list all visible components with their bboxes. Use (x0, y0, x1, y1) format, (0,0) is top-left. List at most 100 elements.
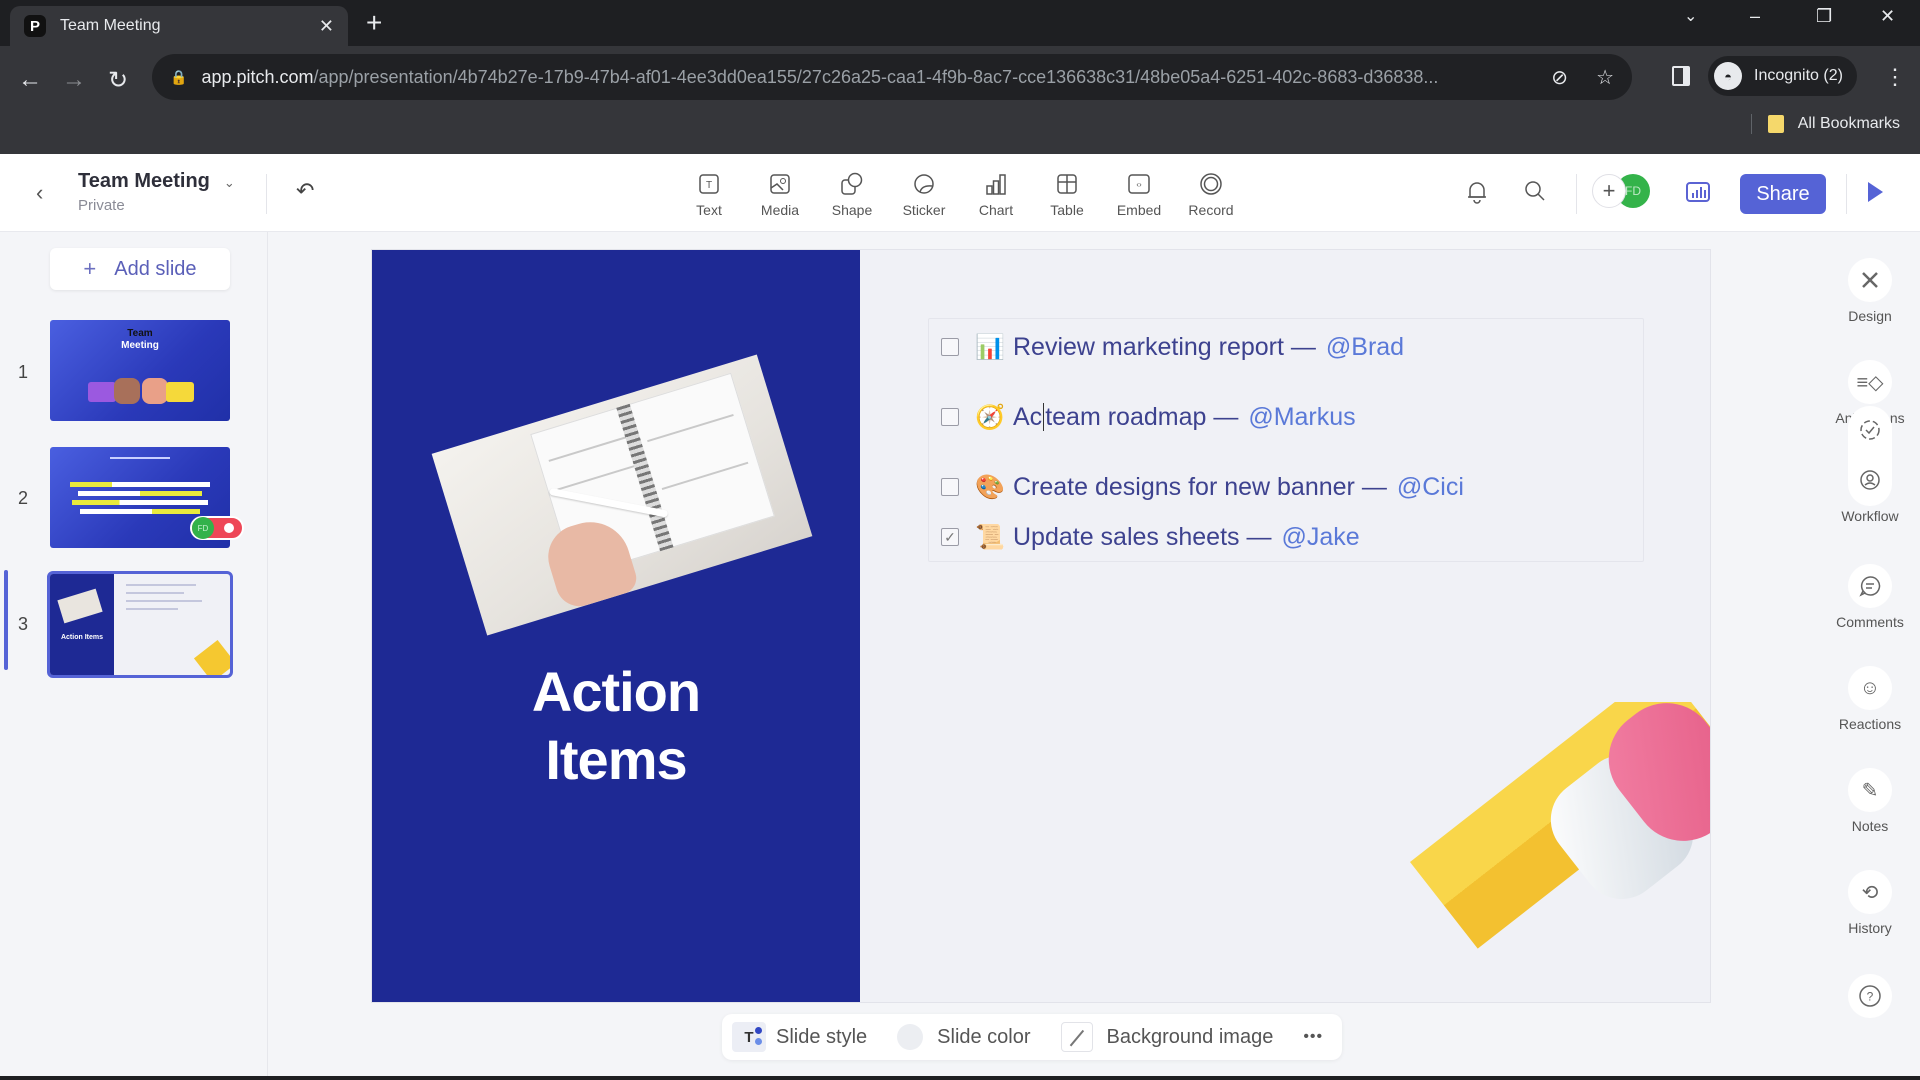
checkbox[interactable] (941, 478, 959, 496)
checklist-item[interactable]: 📊 Review marketing report — @Brad (941, 319, 1404, 375)
present-play-icon[interactable] (1868, 182, 1883, 202)
restore-button[interactable]: ❐ (1816, 6, 1832, 27)
slide-style-button[interactable]: T Slide style (732, 1022, 867, 1052)
add-slide-button[interactable]: + Add slide (50, 248, 230, 290)
media-icon (768, 172, 792, 196)
thumb-text (80, 509, 200, 514)
close-window-button[interactable]: ✕ (1880, 6, 1895, 27)
right-rail: Design ≡◇ Animations Workflow Comments ☺… (1820, 232, 1920, 1076)
reactions-panel-button[interactable]: ☺ Reactions (1820, 666, 1920, 732)
comments-panel-button[interactable]: Comments (1820, 564, 1920, 630)
checklist-item[interactable]: 🎨 Create designs for new banner — @Cici (941, 459, 1464, 515)
insert-embed-button[interactable]: ‹› Embed (1104, 172, 1174, 218)
item-text: Create designs for new banner — (1013, 472, 1387, 501)
design-panel-button[interactable]: Design (1820, 258, 1920, 324)
tab-search-chevron-icon[interactable]: ⌄ (1684, 6, 1697, 26)
mention[interactable]: @Cici (1397, 473, 1464, 502)
url-text[interactable]: app.pitch.com/app/presentation/4b74b27e-… (201, 67, 1523, 88)
browser-menu-icon[interactable]: ⋮ (1884, 64, 1906, 90)
thumb-title: Team (127, 328, 153, 339)
notebook-photo[interactable] (431, 354, 813, 636)
new-tab-button[interactable]: + (366, 8, 382, 38)
insert-media-button[interactable]: Media (745, 172, 815, 218)
checkbox[interactable] (941, 338, 959, 356)
bookmarks-divider (1750, 114, 1752, 134)
help-button[interactable]: ? (1820, 974, 1920, 1018)
insert-table-button[interactable]: Table (1032, 172, 1102, 218)
bookmark-star-icon[interactable]: ☆ (1596, 65, 1614, 90)
thumb-fist-left (114, 378, 140, 404)
insert-chart-button[interactable]: Chart (961, 172, 1031, 218)
record-icon (1199, 172, 1223, 196)
checklist-item[interactable]: 🧭 Ac team roadmap — @Markus (941, 389, 1356, 445)
insert-record-button[interactable]: Record (1176, 172, 1246, 218)
address-bar[interactable]: 🔒 app.pitch.com/app/presentation/4b74b27… (152, 54, 1632, 100)
chart-icon (984, 172, 1008, 196)
close-tab-icon[interactable]: ✕ (319, 16, 334, 37)
recording-dot-icon (224, 523, 234, 533)
notifications-bell-icon[interactable] (1466, 180, 1488, 209)
thumb-text (70, 482, 210, 487)
status-check-icon (1848, 408, 1892, 452)
rail-label: History (1848, 920, 1892, 936)
invite-plus-button[interactable]: + (1592, 174, 1626, 208)
slide-title[interactable]: Action Items (372, 658, 860, 794)
insert-text-button[interactable]: T Text (674, 172, 744, 218)
workflow-panel-button[interactable]: Workflow (1820, 458, 1920, 524)
item-text: team roadmap — (1045, 402, 1239, 431)
thumb-pencil (193, 639, 230, 675)
minimize-button[interactable]: – (1750, 6, 1760, 27)
scroll-emoji-icon: 📜 (975, 523, 1005, 551)
more-options-icon[interactable]: ••• (1303, 1028, 1323, 1046)
header-divider (1846, 174, 1847, 214)
checkbox-checked[interactable]: ✓ (941, 528, 959, 546)
palette-emoji-icon: 🎨 (975, 473, 1005, 501)
slide-canvas[interactable]: Action Items 📊 Review marketing report —… (372, 250, 1710, 1002)
all-bookmarks[interactable]: All Bookmarks (1750, 114, 1900, 134)
insert-sticker-button[interactable]: Sticker (889, 172, 959, 218)
doc-title-dropdown[interactable]: Team Meeting ⌄ (78, 170, 235, 193)
thumb-fist-left (88, 382, 116, 402)
help-icon: ? (1848, 974, 1892, 1018)
all-bookmarks-label: All Bookmarks (1797, 115, 1900, 132)
slide-title-line: Items (545, 728, 687, 791)
back-chevron-icon[interactable]: ‹ (36, 180, 43, 206)
search-icon[interactable] (1524, 180, 1546, 207)
slide-thumbnail-1[interactable]: Team Meeting (50, 320, 230, 421)
share-button[interactable]: Share (1740, 174, 1826, 214)
notes-panel-button[interactable]: ✎ Notes (1820, 768, 1920, 834)
notes-pencil-icon: ✎ (1848, 768, 1892, 812)
browser-tab[interactable]: P Team Meeting ✕ (10, 6, 348, 46)
tab-title: Team Meeting (60, 17, 161, 34)
checklist-item[interactable]: ✓ 📜 Update sales sheets — @Jake (941, 509, 1360, 565)
analytics-icon[interactable] (1686, 182, 1710, 202)
side-panel-icon[interactable] (1672, 66, 1690, 86)
slide-thumbnail-3[interactable]: Action Items (47, 571, 233, 678)
insert-shape-button[interactable]: Shape (817, 172, 887, 218)
undo-icon[interactable]: ↶ (296, 178, 314, 204)
slides-sidebar: + Add slide 1 Team Meeting 2 FD 3 Action… (0, 232, 268, 1076)
background-image-button[interactable]: Background image (1060, 1022, 1273, 1052)
slide-color-button[interactable]: Slide color (897, 1024, 1031, 1050)
checkbox[interactable] (941, 408, 959, 426)
pencil-sticker[interactable] (1350, 702, 1710, 1002)
collaborator-avatar: FD (192, 517, 214, 539)
mention[interactable]: @Brad (1326, 333, 1404, 362)
reload-icon[interactable]: ↻ (108, 66, 128, 95)
history-panel-button[interactable]: ⟲ History (1820, 870, 1920, 936)
eye-off-icon[interactable]: ⊘ (1551, 65, 1568, 90)
thumb-fist-right (166, 382, 194, 402)
mention[interactable]: @Markus (1248, 403, 1355, 432)
folder-icon (1767, 115, 1784, 133)
doc-title: Team Meeting (78, 170, 210, 192)
mention[interactable]: @Jake (1281, 523, 1359, 552)
status-button[interactable] (1820, 408, 1920, 452)
action-items-checklist[interactable]: 📊 Review marketing report — @Brad 🧭 Ac t… (928, 318, 1644, 562)
back-arrow-icon[interactable]: ← (18, 66, 42, 94)
profile-button[interactable]: ◓ Incognito (2) (1708, 56, 1857, 96)
assignee-user-icon (1848, 458, 1892, 502)
slide-options-bar: T Slide style Slide color Background ima… (722, 1014, 1342, 1060)
rail-label: Reactions (1838, 716, 1902, 732)
profile-label: Incognito (2) (1754, 67, 1843, 84)
forward-arrow-icon[interactable]: → (62, 66, 86, 94)
